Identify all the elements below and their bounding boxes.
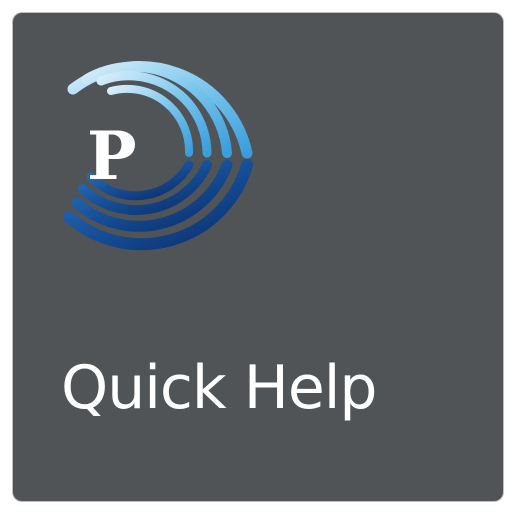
signal-arcs-p-logo-icon: P — [63, 61, 253, 251]
logo-letter: P — [87, 117, 137, 195]
tile-label: Quick Help — [61, 353, 378, 423]
app-logo: P — [61, 41, 261, 261]
quick-help-tile[interactable]: P Quick Help — [13, 13, 503, 501]
